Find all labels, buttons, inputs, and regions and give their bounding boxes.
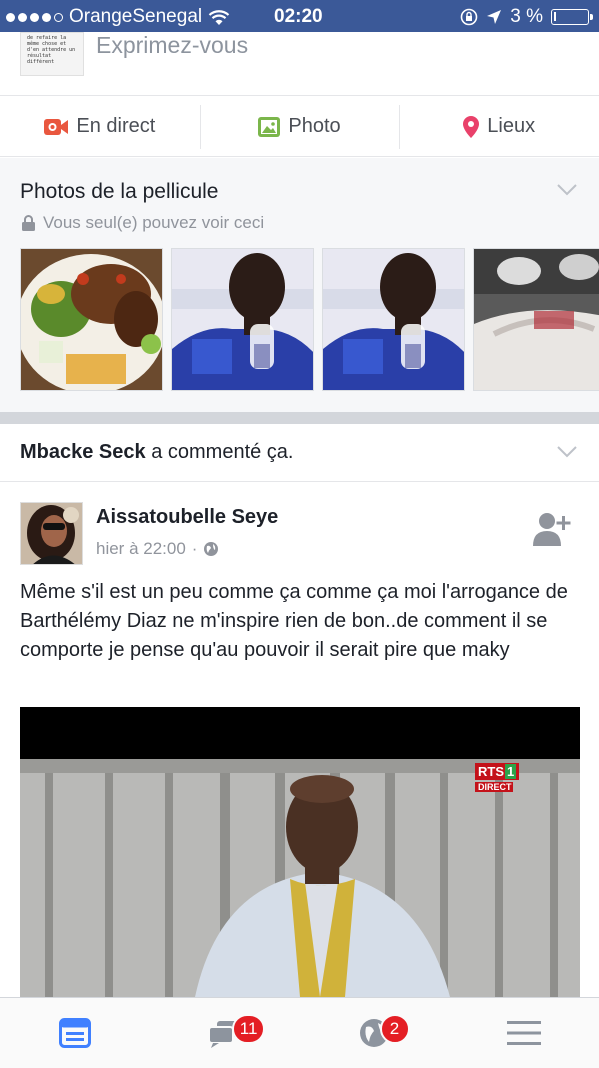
location-button[interactable]: Lieux <box>399 97 599 156</box>
photo-icon <box>258 116 281 137</box>
facebook-app-screen: OrangeSenegal 02:20 3 % de refaire la mê… <box>0 0 599 1068</box>
post-meta: hier à 22:00 · <box>96 539 219 559</box>
video-camera-icon <box>44 118 69 135</box>
camera-roll-privacy: Vous seul(e) pouvez voir ceci <box>22 213 264 233</box>
story-context: Mbacke Seck a commenté ça. <box>20 441 293 464</box>
camera-roll-photo-interview-1[interactable] <box>171 248 314 391</box>
post-time[interactable]: hier à 22:00 <box>96 539 186 559</box>
news-feed-icon <box>58 1018 91 1048</box>
rotation-lock-icon <box>460 8 478 26</box>
tab-menu[interactable] <box>449 998 599 1068</box>
section-separator <box>0 412 599 424</box>
location-label: Lieux <box>487 115 536 137</box>
clock: 02:20 <box>274 6 323 27</box>
signal-strength-icon <box>6 12 63 22</box>
avatar[interactable] <box>20 502 83 565</box>
story-header: Mbacke Seck a commenté ça. <box>0 424 599 482</box>
commenter-name[interactable]: Mbacke Seck <box>20 441 146 463</box>
camera-roll-photo-food[interactable] <box>20 248 163 391</box>
battery-icon <box>551 9 593 25</box>
carrier-name: OrangeSenegal <box>69 6 203 27</box>
notifications-badge: 2 <box>379 1014 410 1044</box>
story-options-chevron-icon[interactable] <box>557 446 577 458</box>
rts-logo-text: RTS 1 <box>475 763 520 780</box>
video-frame <box>20 707 580 997</box>
camera-roll-title: Photos de la pellicule <box>20 180 219 203</box>
status-bar-left: OrangeSenegal <box>6 6 230 28</box>
tab-friend-requests[interactable]: 11 <box>150 998 300 1068</box>
live-video-label: En direct <box>76 115 156 137</box>
status-composer[interactable]: de refaire la même chose et d'en attendr… <box>0 32 599 96</box>
camera-roll-photo-interview-2[interactable] <box>322 248 465 391</box>
add-friend-icon[interactable] <box>533 512 571 546</box>
tab-notifications[interactable]: 2 <box>300 998 450 1068</box>
live-video-button[interactable]: En direct <box>0 97 200 156</box>
post-author[interactable]: Aissatoubelle Seye <box>96 506 278 529</box>
wifi-icon <box>208 9 230 25</box>
post-video[interactable]: RTS 1 DIRECT <box>20 707 580 997</box>
camera-roll-section: Photos de la pellicule Vous seul(e) pouv… <box>0 158 599 412</box>
tab-news-feed[interactable] <box>0 998 150 1068</box>
meta-separator: · <box>191 539 198 558</box>
menu-icon <box>507 1021 542 1045</box>
location-arrow-icon <box>487 10 502 24</box>
composer-actions: En direct Photo Lieux <box>0 97 599 157</box>
battery-percent: 3 % <box>510 6 543 27</box>
post-text: Même s'il est un peu comme ça comme ça m… <box>20 581 568 661</box>
rts-direct-text: DIRECT <box>475 782 513 792</box>
photo-button[interactable]: Photo <box>199 97 400 156</box>
camera-roll-thumbnails <box>20 248 599 391</box>
camera-roll-photo-room[interactable] <box>473 248 599 391</box>
globe-audience-icon <box>204 542 219 556</box>
status-bar-right: 3 % <box>460 6 593 28</box>
status-bar: OrangeSenegal 02:20 3 % <box>0 0 599 32</box>
lock-icon <box>22 215 35 231</box>
chevron-down-icon[interactable] <box>557 184 577 196</box>
privacy-text: Vous seul(e) pouvez voir ceci <box>43 213 265 232</box>
friend-requests-badge: 11 <box>231 1014 266 1044</box>
bottom-tab-bar: 11 2 <box>0 997 599 1068</box>
photo-label: Photo <box>288 115 341 137</box>
composer-placeholder[interactable]: Exprimez-vous <box>96 32 248 59</box>
rts-channel-logo: RTS 1 DIRECT <box>475 763 520 792</box>
composer-thumbnail: de refaire la même chose et d'en attendr… <box>20 32 84 76</box>
location-pin-icon <box>463 115 480 138</box>
story-action: a commenté ça. <box>145 441 294 463</box>
